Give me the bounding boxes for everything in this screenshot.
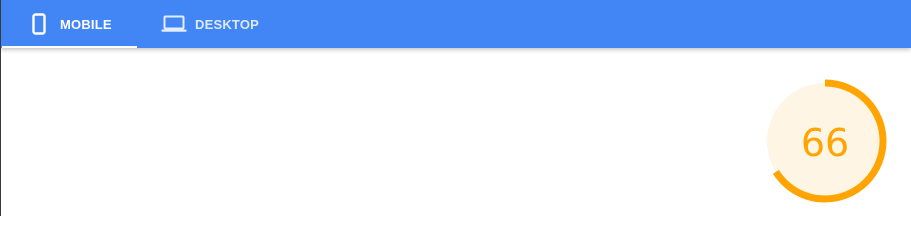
selected-tab-indicator [2,46,137,48]
score-value: 66 [800,121,850,165]
tab-mobile-label: MOBILE [60,16,112,32]
tab-mobile[interactable]: MOBILE [1,0,137,48]
performance-score-gauge: 66 [762,78,888,204]
tab-desktop[interactable]: DESKTOP [136,0,276,48]
tab-desktop-label: DESKTOP [195,16,260,32]
device-tabbar: MOBILE DESKTOP [0,0,911,48]
smartphone-icon [31,13,47,35]
laptop-icon [161,15,187,33]
window-left-border [0,0,1,216]
